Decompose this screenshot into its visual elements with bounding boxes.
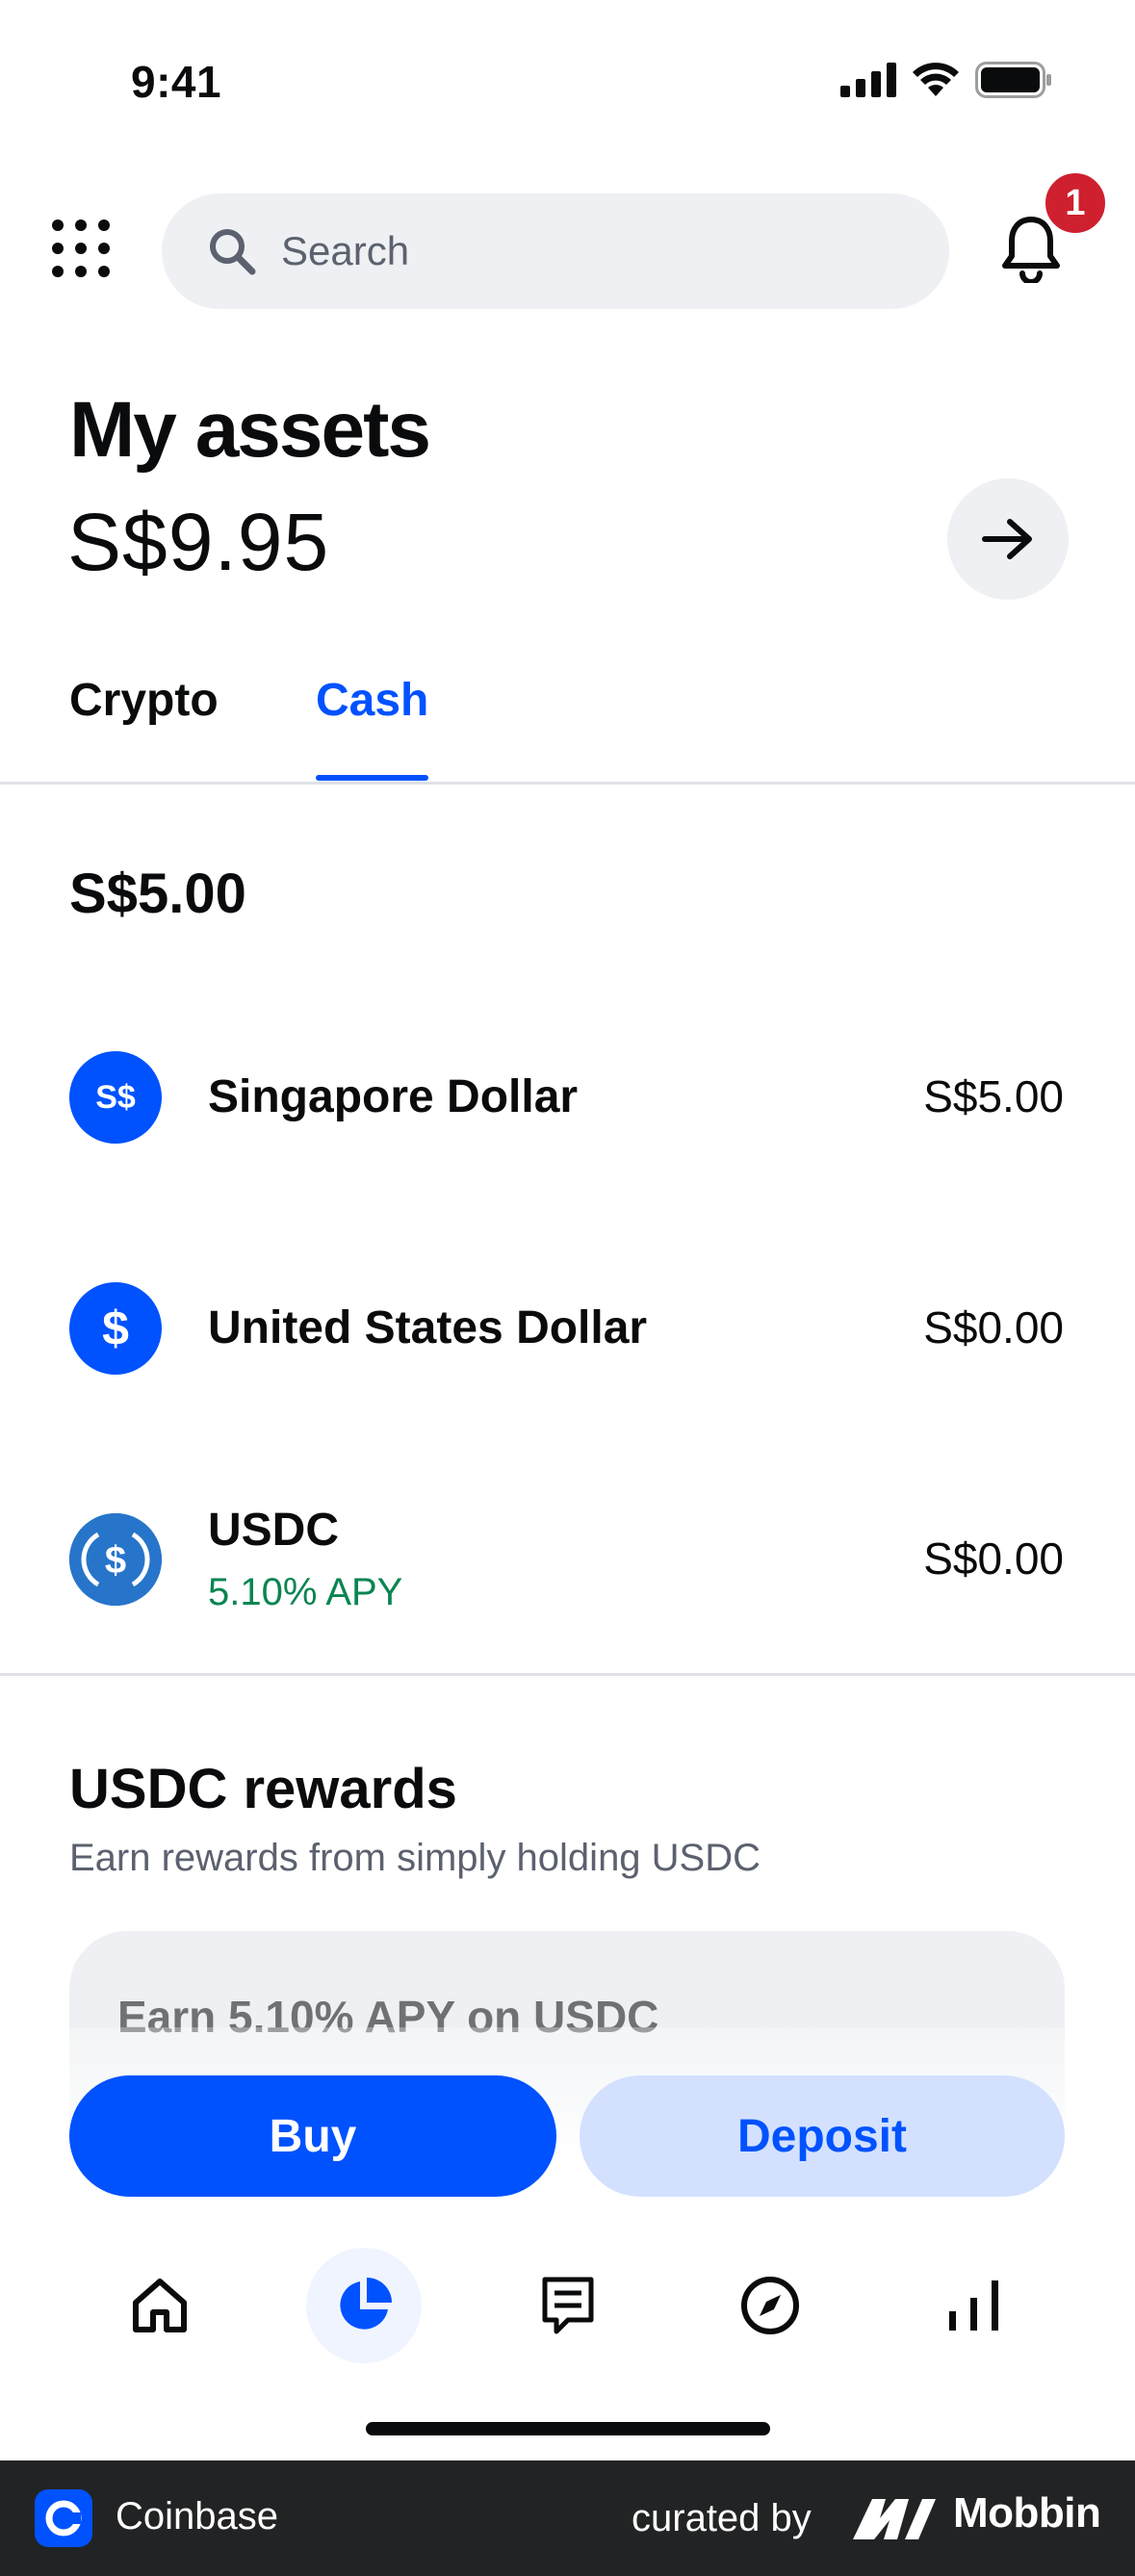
dot <box>75 266 87 277</box>
nav-portfolio[interactable] <box>306 2243 422 2368</box>
view-details-button[interactable] <box>947 478 1069 600</box>
search-icon <box>210 229 256 275</box>
asset-name: Singapore Dollar <box>208 1071 579 1122</box>
explore-icon <box>741 2277 799 2334</box>
dot <box>52 243 64 254</box>
usdc-logo-icon: $ <box>69 1513 162 1606</box>
page-title: My assets <box>69 386 431 474</box>
dot <box>75 243 87 254</box>
cash-total: S$5.00 <box>69 863 246 925</box>
rewards-subtitle: Earn rewards from simply holding USDC <box>69 1837 761 1879</box>
cellular-signal-icon <box>840 63 896 97</box>
coinbase-c-icon <box>45 2500 82 2537</box>
dot <box>98 219 110 231</box>
apy-label: 5.10% APY <box>208 1571 403 1613</box>
total-balance: S$9.95 <box>67 497 330 587</box>
asset-row-sgd[interactable]: S$ Singapore Dollar S$5.00 <box>0 1001 1135 1194</box>
dot <box>98 243 110 254</box>
asset-value: S$5.00 <box>923 1071 1064 1121</box>
svg-text:$: $ <box>105 1539 126 1582</box>
mobbin-logo-icon <box>853 2499 936 2539</box>
arrow-right-icon <box>982 519 1032 559</box>
status-bar: 9:41 <box>0 0 1135 164</box>
buy-button[interactable]: Buy <box>69 2075 556 2197</box>
status-icons <box>840 62 1052 98</box>
active-tab-indicator <box>316 775 428 781</box>
nav-explore[interactable] <box>712 2243 828 2368</box>
battery-icon <box>975 62 1051 98</box>
tab-cash[interactable]: Cash <box>316 674 428 727</box>
dot <box>98 266 110 277</box>
footer-brand: Mobbin <box>953 2489 1101 2537</box>
footer-app-name: Coinbase <box>116 2495 279 2537</box>
home-icon <box>133 2279 187 2332</box>
portfolio-icon <box>340 2278 392 2330</box>
apps-menu-button[interactable] <box>50 218 112 279</box>
wifi-icon <box>913 63 959 96</box>
search-input[interactable] <box>281 228 859 274</box>
asset-value: S$0.00 <box>923 1302 1064 1352</box>
dot <box>52 266 64 277</box>
asset-value: S$0.00 <box>923 1533 1064 1584</box>
dot <box>52 219 64 231</box>
asset-row-usd[interactable]: $ United States Dollar S$0.00 <box>0 1232 1135 1425</box>
section-divider <box>0 1673 1135 1676</box>
sgd-icon: S$ <box>69 1051 162 1144</box>
tabs-divider <box>0 782 1135 785</box>
search-bar[interactable] <box>162 193 949 309</box>
nav-home[interactable] <box>102 2243 218 2368</box>
bottom-nav <box>0 2243 1135 2368</box>
status-time: 9:41 <box>131 57 222 107</box>
asset-name: United States Dollar <box>208 1302 648 1353</box>
attribution-footer: Coinbase curated by Mobbin <box>0 2460 1135 2576</box>
usdc-icon: $ <box>69 1513 162 1606</box>
tab-crypto[interactable]: Crypto <box>69 674 219 727</box>
nav-transactions[interactable] <box>510 2243 626 2368</box>
home-indicator <box>366 2422 770 2435</box>
rewards-title: USDC rewards <box>69 1758 457 1820</box>
asset-row-usdc[interactable]: $ USDC 5.10% APY S$0.00 <box>0 1463 1135 1656</box>
usd-icon: $ <box>69 1282 162 1375</box>
footer-curated-by: curated by <box>632 2497 812 2539</box>
coinbase-logo-icon <box>35 2489 92 2547</box>
asset-name: USDC <box>208 1505 340 1556</box>
markets-icon <box>949 2280 998 2331</box>
dot <box>75 219 87 231</box>
transactions-icon <box>542 2277 594 2334</box>
deposit-button[interactable]: Deposit <box>580 2075 1065 2197</box>
nav-markets[interactable] <box>916 2243 1032 2368</box>
notification-badge: 1 <box>1042 169 1109 237</box>
